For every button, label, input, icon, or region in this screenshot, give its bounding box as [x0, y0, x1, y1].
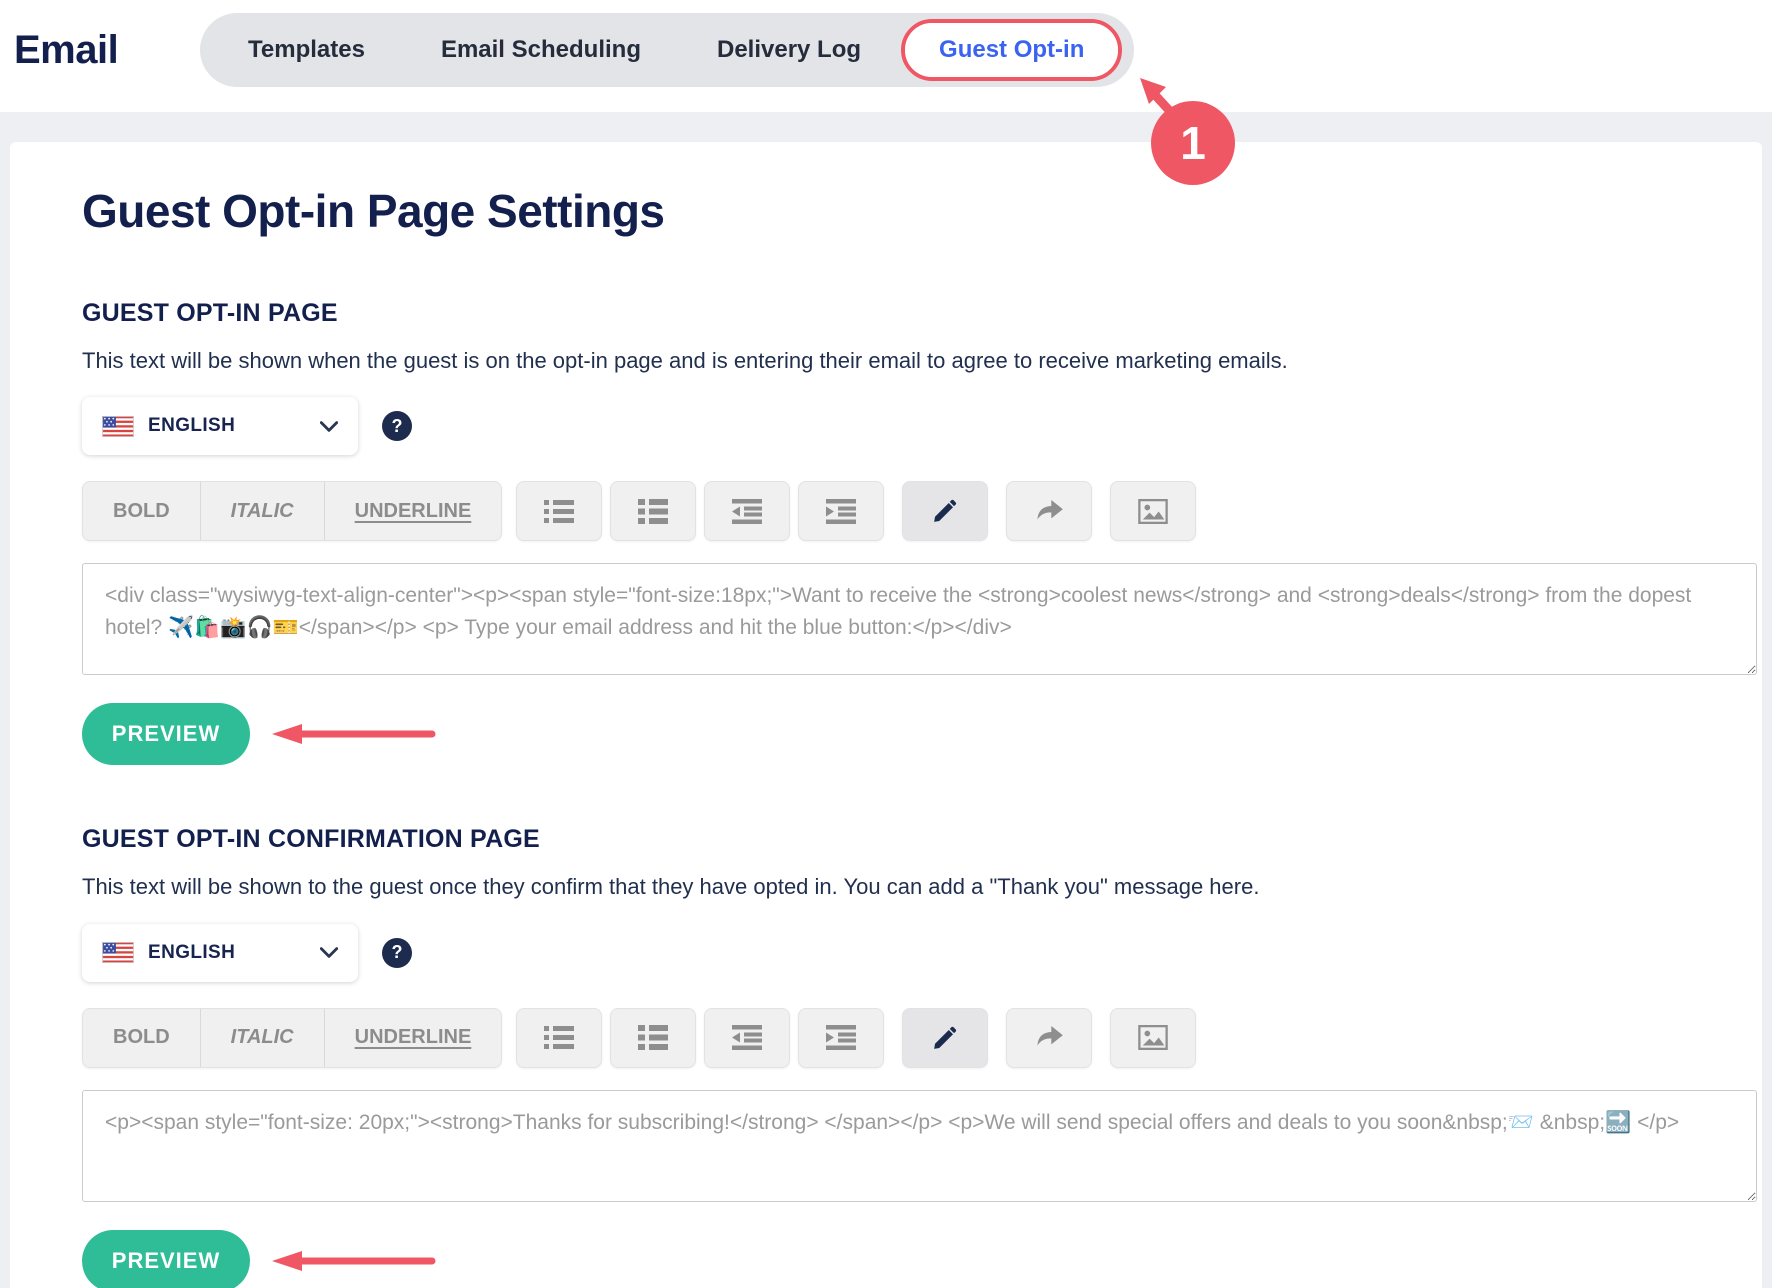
editor-toolbar: BOLD ITALIC UNDERLINE — [82, 1008, 1754, 1068]
outdent-icon — [732, 1025, 762, 1050]
redo-button[interactable] — [1006, 481, 1092, 541]
redo-arrow-icon — [1034, 1026, 1064, 1049]
italic-button[interactable]: ITALIC — [200, 482, 324, 540]
outdent-button[interactable] — [704, 481, 790, 541]
underline-button[interactable]: UNDERLINE — [324, 482, 502, 540]
annotation-arrow-icon — [268, 1247, 440, 1275]
help-icon[interactable]: ? — [382, 411, 412, 441]
settings-card: Guest Opt-in Page Settings GUEST OPT-IN … — [10, 142, 1762, 1288]
editor-toolbar: BOLD ITALIC UNDERLINE — [82, 481, 1754, 541]
insert-image-button[interactable] — [1110, 481, 1196, 541]
chevron-down-icon — [320, 421, 338, 432]
section-description: This text will be shown when the guest i… — [82, 346, 1754, 376]
preview-row: PREVIEW — [82, 1230, 1754, 1288]
pencil-button[interactable] — [902, 481, 988, 541]
page-title: Guest Opt-in Page Settings — [82, 184, 1754, 239]
language-dropdown[interactable]: ENGLISH — [82, 397, 358, 455]
indent-icon — [826, 499, 856, 524]
confirmation-page-html-editor[interactable]: <p><span style="font-size: 20px;"><stron… — [82, 1090, 1757, 1202]
preview-button[interactable]: PREVIEW — [82, 703, 250, 765]
text-style-group: BOLD ITALIC UNDERLINE — [82, 1008, 502, 1068]
ordered-list-button[interactable] — [610, 481, 696, 541]
chevron-down-icon — [320, 947, 338, 958]
pencil-icon — [932, 1025, 958, 1051]
opt-in-page-html-editor[interactable]: <div class="wysiwyg-text-align-center"><… — [82, 563, 1757, 675]
annotation-highlight-ring: Guest Opt-in — [901, 19, 1122, 81]
top-header: Email Templates Email Scheduling Deliver… — [0, 0, 1772, 112]
tab-guest-opt-in[interactable]: Guest Opt-in — [905, 23, 1118, 77]
language-selected-label: ENGLISH — [148, 942, 235, 964]
ordered-list-icon — [638, 1025, 668, 1050]
bold-button[interactable]: BOLD — [83, 482, 200, 540]
guest-opt-in-settings-page: Email Templates Email Scheduling Deliver… — [0, 0, 1772, 1288]
language-selected-label: ENGLISH — [148, 415, 235, 437]
image-icon — [1138, 1025, 1168, 1050]
help-icon[interactable]: ? — [382, 938, 412, 968]
language-dropdown[interactable]: ENGLISH — [82, 924, 358, 982]
section-heading: GUEST OPT-IN CONFIRMATION PAGE — [82, 823, 1754, 856]
insert-image-button[interactable] — [1110, 1008, 1196, 1068]
guest-opt-in-page-section: GUEST OPT-IN PAGE This text will be show… — [82, 297, 1754, 765]
outdent-button[interactable] — [704, 1008, 790, 1068]
indent-button[interactable] — [798, 481, 884, 541]
redo-button[interactable] — [1006, 1008, 1092, 1068]
unordered-list-icon — [544, 499, 574, 524]
us-flag-icon — [102, 416, 134, 437]
indent-icon — [826, 1025, 856, 1050]
outdent-icon — [732, 499, 762, 524]
section-description: This text will be shown to the guest onc… — [82, 872, 1754, 902]
guest-opt-in-confirmation-section: GUEST OPT-IN CONFIRMATION PAGE This text… — [82, 823, 1754, 1288]
pencil-button[interactable] — [902, 1008, 988, 1068]
tab-templates[interactable]: Templates — [210, 36, 403, 64]
text-style-group: BOLD ITALIC UNDERLINE — [82, 481, 502, 541]
us-flag-icon — [102, 942, 134, 963]
unordered-list-icon — [544, 1025, 574, 1050]
italic-button[interactable]: ITALIC — [200, 1009, 324, 1067]
app-title: Email — [14, 28, 118, 73]
underline-button[interactable]: UNDERLINE — [324, 1009, 502, 1067]
indent-button[interactable] — [798, 1008, 884, 1068]
language-row: ENGLISH ? — [82, 397, 1754, 455]
language-row: ENGLISH ? — [82, 924, 1754, 982]
preview-row: PREVIEW — [82, 703, 1754, 765]
bold-button[interactable]: BOLD — [83, 1009, 200, 1067]
tab-delivery-log[interactable]: Delivery Log — [679, 36, 899, 64]
preview-button[interactable]: PREVIEW — [82, 1230, 250, 1288]
redo-arrow-icon — [1034, 500, 1064, 523]
tab-bar: Templates Email Scheduling Delivery Log … — [200, 13, 1134, 87]
unordered-list-button[interactable] — [516, 481, 602, 541]
ordered-list-button[interactable] — [610, 1008, 696, 1068]
pencil-icon — [932, 498, 958, 524]
ordered-list-icon — [638, 499, 668, 524]
section-heading: GUEST OPT-IN PAGE — [82, 297, 1754, 330]
tab-email-scheduling[interactable]: Email Scheduling — [403, 36, 679, 64]
annotation-arrow-icon — [268, 720, 440, 748]
image-icon — [1138, 499, 1168, 524]
unordered-list-button[interactable] — [516, 1008, 602, 1068]
